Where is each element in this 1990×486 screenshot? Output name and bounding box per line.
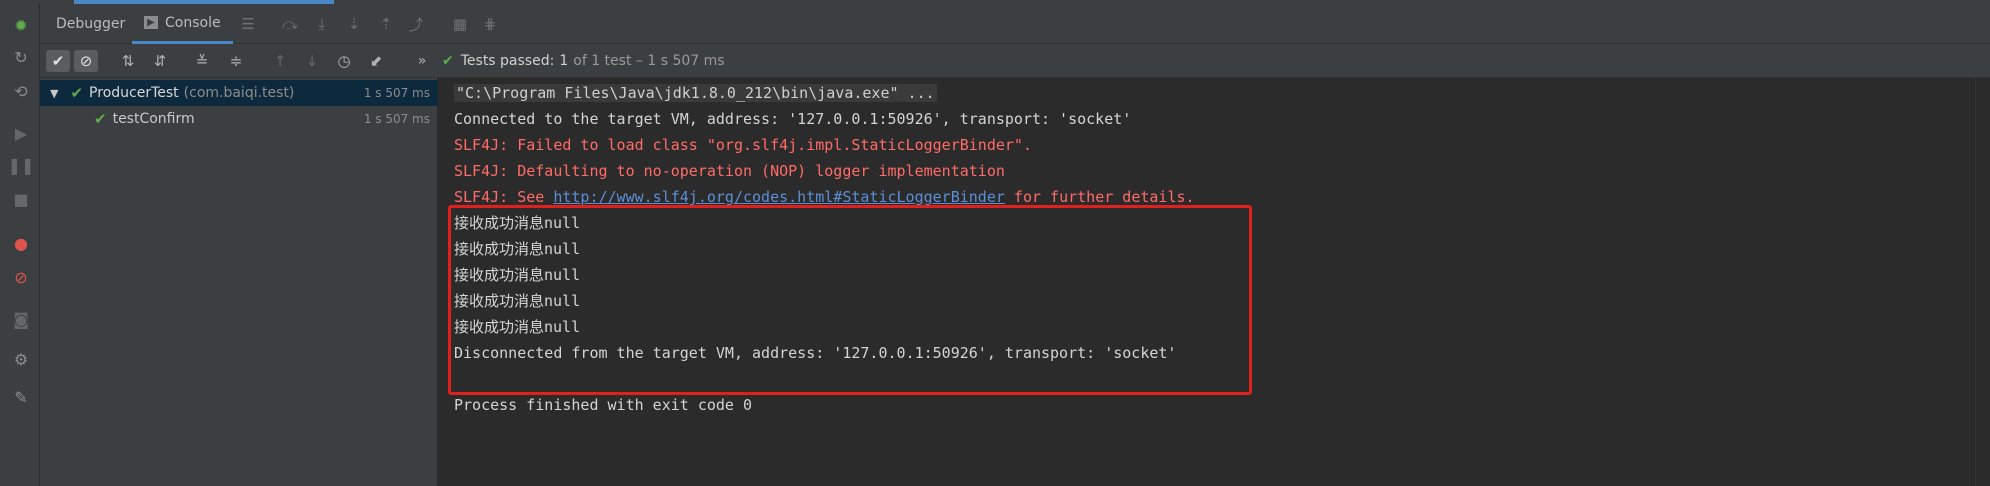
previous-failed-icon[interactable]: ↑: [268, 50, 292, 72]
step-out-icon[interactable]: ⇡: [376, 14, 396, 34]
more-actions-icon[interactable]: »: [410, 50, 434, 72]
console-line-connected: Connected to the target VM, address: '12…: [454, 110, 1132, 128]
test-package: (com.baiqi.test): [183, 85, 295, 101]
error-text: for further details.: [1004, 188, 1195, 206]
sort-by-duration-icon[interactable]: ⇵: [148, 50, 172, 72]
test-runner-toolbar: ✔ ⊘ ⇅ ⇵ ≚ ≑ ↑ ↓ ◷ ⬋ » ✔ Tests passed: 1 …: [40, 44, 1990, 78]
restore-layout-icon[interactable]: ⟲: [10, 80, 32, 102]
resume-icon[interactable]: ▶: [10, 122, 32, 144]
next-failed-icon[interactable]: ↓: [300, 50, 324, 72]
console-line-command: "C:\Program Files\Java\jdk1.8.0_212\bin\…: [454, 80, 937, 106]
tab-console[interactable]: ▶ Console: [132, 4, 233, 44]
stop-icon[interactable]: ■: [10, 188, 32, 210]
show-execution-point-icon[interactable]: ⤼: [280, 14, 300, 34]
test-tree: ▼ ✔ ProducerTest (com.baiqi.test) 1 s 50…: [40, 78, 438, 486]
status-prefix: Tests passed:: [460, 53, 555, 69]
collapse-all-icon[interactable]: ≑: [224, 50, 248, 72]
show-ignored-icon[interactable]: ⊘: [74, 50, 98, 72]
console-line-error: SLF4J: Failed to load class "org.slf4j.i…: [454, 136, 1032, 154]
pin-icon[interactable]: ✎: [10, 386, 32, 408]
evaluate-expression-icon[interactable]: ▦: [450, 14, 470, 34]
test-method-name: testConfirm: [112, 111, 195, 127]
debug-tab-bar: Debugger ▶ Console ☰ ⤼ ⤓ ⇣ ⇡ ⤴ ▦ ⋕: [40, 4, 1990, 44]
pause-icon[interactable]: ❚❚: [8, 154, 35, 176]
sort-alphabetically-icon[interactable]: ⇅: [116, 50, 140, 72]
step-over-icon[interactable]: ⤓: [312, 14, 332, 34]
tab-label: Console: [165, 14, 221, 31]
console-icon: ▶: [144, 16, 158, 29]
status-count: 1: [559, 53, 569, 69]
trace-icon[interactable]: ⋕: [480, 14, 500, 34]
error-text: SLF4J: See: [454, 188, 554, 206]
console-output[interactable]: "C:\Program Files\Java\jdk1.8.0_212\bin\…: [438, 78, 1990, 486]
view-breakpoints-icon[interactable]: ●: [10, 232, 32, 254]
camera-icon[interactable]: ◙: [10, 308, 32, 330]
passed-check-icon: ✔: [94, 110, 107, 128]
passed-check-icon: ✔: [70, 84, 84, 102]
step-into-icon[interactable]: ⇣: [344, 14, 364, 34]
expand-arrow-icon[interactable]: ▼: [50, 87, 58, 100]
console-scrollbar[interactable]: [1975, 78, 1990, 486]
expand-all-icon[interactable]: ≚: [190, 50, 214, 72]
debug-bug-icon[interactable]: ✹: [10, 14, 32, 36]
tree-item-producertest[interactable]: ▼ ✔ ProducerTest (com.baiqi.test) 1 s 50…: [40, 80, 438, 106]
console-line-finished: Process finished with exit code 0: [454, 396, 753, 414]
test-status: ✔ Tests passed: 1 of 1 test – 1 s 507 ms: [442, 44, 725, 78]
debug-side-toolbar: ✹ ↻ ⟲ ▶ ❚❚ ■ ● ⊘ ◙ ⚙ ✎: [0, 4, 40, 486]
rerun-icon[interactable]: ↻: [10, 46, 32, 68]
import-tests-icon[interactable]: ⬋: [364, 50, 388, 72]
tab-label: Debugger: [56, 16, 126, 32]
slf4j-link[interactable]: http://www.slf4j.org/codes.html#StaticLo…: [553, 188, 1005, 206]
tab-debugger[interactable]: Debugger: [56, 4, 125, 44]
run-to-cursor-icon[interactable]: ⤴: [406, 14, 426, 34]
red-highlight-box: [448, 205, 1252, 395]
java-command[interactable]: "C:\Program Files\Java\jdk1.8.0_212\bin\…: [454, 84, 937, 102]
mute-breakpoints-icon[interactable]: ⊘: [10, 266, 32, 288]
status-suffix: of 1 test – 1 s 507 ms: [573, 53, 725, 69]
test-history-icon[interactable]: ◷: [332, 50, 356, 72]
tree-item-testconfirm[interactable]: ✔ testConfirm 1 s 507 ms: [40, 106, 438, 132]
console-line-error: SLF4J: Defaulting to no-operation (NOP) …: [454, 162, 1005, 180]
test-duration: 1 s 507 ms: [363, 112, 430, 126]
test-class-name: ProducerTest: [89, 85, 179, 101]
settings-gear-icon[interactable]: ⚙: [10, 348, 32, 370]
show-passed-icon[interactable]: ✔: [46, 50, 70, 72]
menu-lines-icon[interactable]: ☰: [238, 14, 258, 34]
test-duration: 1 s 507 ms: [363, 86, 430, 100]
passed-check-icon: ✔: [442, 53, 454, 69]
